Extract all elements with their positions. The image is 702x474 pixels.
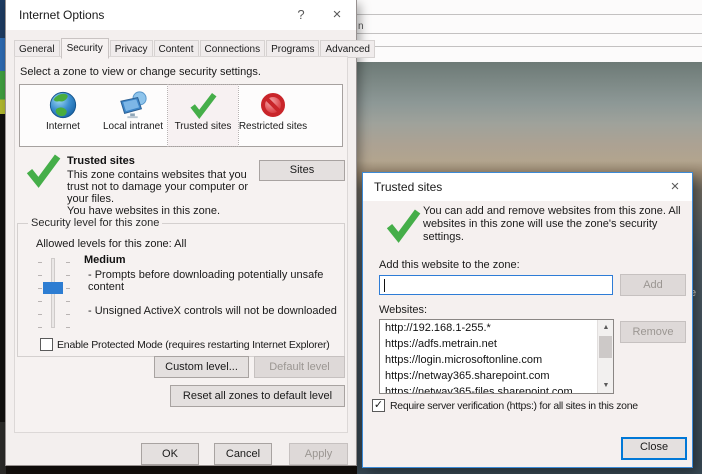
- trusted-sites-intro: You can add and remove websites from thi…: [423, 205, 689, 244]
- slider-ticks-right: [66, 262, 70, 330]
- zone-item-internet[interactable]: Internet: [28, 85, 98, 146]
- close-button[interactable]: Close: [621, 437, 687, 460]
- background-divider: [357, 33, 702, 34]
- security-level-detail: - Unsigned ActiveX controls will not be …: [88, 305, 338, 317]
- custom-level-button[interactable]: Custom level...: [154, 356, 249, 378]
- add-website-label: Add this website to the zone:: [379, 259, 520, 271]
- website-list-item[interactable]: https://netway365-files.sharepoint.com: [380, 384, 613, 394]
- zone-label-internet: Internet: [28, 121, 98, 132]
- default-level-button: Default level: [254, 356, 345, 378]
- background-divider: [357, 46, 702, 47]
- trusted-zone-check-icon: [25, 152, 61, 193]
- close-icon[interactable]: ×: [660, 173, 690, 201]
- add-website-input[interactable]: [380, 276, 612, 294]
- zone-item-trusted-sites[interactable]: Trusted sites: [168, 85, 238, 146]
- background-divider: [357, 14, 702, 15]
- scroll-up-icon[interactable]: ▲: [598, 320, 614, 335]
- website-list-item[interactable]: https://netway365.sharepoint.com: [380, 368, 613, 384]
- trusted-sites-titlebar[interactable]: Trusted sites ×: [363, 173, 692, 201]
- require-https-label: Require server verification (https:) for…: [390, 400, 638, 412]
- background-text-fragment: n: [358, 21, 364, 32]
- help-button[interactable]: ?: [286, 0, 316, 30]
- protected-mode-label: Enable Protected Mode (requires restarti…: [57, 339, 330, 351]
- security-level-detail: - Prompts before downloading potentially…: [88, 269, 338, 293]
- selected-zone-note: You have websites in this zone.: [67, 205, 220, 217]
- websites-listbox[interactable]: http://192.168.1-255.* https://adfs.metr…: [379, 319, 614, 394]
- apply-button: Apply: [289, 443, 348, 465]
- sites-button[interactable]: Sites: [259, 160, 345, 181]
- website-list-item[interactable]: https://login.microsoftonline.com: [380, 352, 613, 368]
- window-behind-top: n: [357, 0, 702, 62]
- trusted-sites-dialog: Trusted sites × You can add and remove w…: [362, 172, 693, 468]
- close-icon[interactable]: ×: [322, 0, 352, 30]
- text-caret: [384, 279, 385, 292]
- zone-label-restricted-sites: Restricted sites: [238, 121, 308, 132]
- zone-label-local-intranet: Local intranet: [98, 121, 168, 132]
- list-scrollbar[interactable]: ▲ ▼: [597, 320, 613, 393]
- protected-mode-checkbox[interactable]: [40, 338, 53, 351]
- security-tab-page: Select a zone to view or change security…: [14, 56, 348, 433]
- scroll-down-icon[interactable]: ▼: [598, 378, 614, 393]
- allowed-levels-label: Allowed levels for this zone: All: [36, 238, 186, 250]
- security-level-slider-handle[interactable]: [43, 282, 63, 294]
- remove-button: Remove: [620, 321, 686, 343]
- selected-zone-name: Trusted sites: [67, 155, 135, 167]
- ok-button[interactable]: OK: [141, 443, 199, 465]
- tab-strip: GeneralSecurityPrivacyContentConnections…: [14, 37, 376, 56]
- reset-all-zones-button[interactable]: Reset all zones to default level: [170, 385, 345, 407]
- websites-label: Websites:: [379, 304, 427, 316]
- zone-label-trusted-sites: Trusted sites: [168, 121, 238, 132]
- dialog-title: Trusted sites: [374, 180, 442, 194]
- security-level-groupbox: Security level for this zone Allowed lev…: [17, 223, 345, 357]
- internet-globe-icon: [48, 90, 78, 120]
- tab-security[interactable]: Security: [61, 38, 109, 59]
- internet-options-titlebar[interactable]: Internet Options ? ×: [6, 0, 356, 30]
- add-button: Add: [620, 274, 686, 296]
- selected-zone-description: This zone contains websites that you tru…: [67, 169, 265, 205]
- website-list-item[interactable]: https://adfs.metrain.net: [380, 336, 613, 352]
- slider-ticks-left: [38, 262, 42, 330]
- cancel-button[interactable]: Cancel: [214, 443, 272, 465]
- add-website-field-wrap: [379, 275, 613, 295]
- select-zone-label: Select a zone to view or change security…: [20, 66, 261, 78]
- zone-selector: Internet Local intranet: [19, 84, 343, 147]
- scrollbar-thumb[interactable]: [599, 336, 612, 358]
- trusted-sites-check-icon: [188, 90, 218, 120]
- security-level-group-title: Security level for this zone: [28, 217, 162, 229]
- zone-item-restricted-sites[interactable]: Restricted sites: [238, 85, 308, 146]
- security-level-name: Medium: [84, 254, 126, 266]
- zone-item-local-intranet[interactable]: Local intranet: [98, 85, 168, 146]
- require-https-checkbox[interactable]: ✓: [372, 399, 385, 412]
- local-intranet-icon: [118, 90, 148, 120]
- internet-options-dialog: Internet Options ? × GeneralSecurityPriv…: [5, 0, 357, 466]
- trusted-zone-check-icon: [385, 207, 421, 248]
- restricted-sites-icon: [261, 93, 285, 117]
- screen: n e Internet Options ? × GeneralSecurity…: [0, 0, 702, 474]
- dialog-title: Internet Options: [19, 8, 104, 22]
- website-list-item[interactable]: http://192.168.1-255.*: [380, 320, 613, 336]
